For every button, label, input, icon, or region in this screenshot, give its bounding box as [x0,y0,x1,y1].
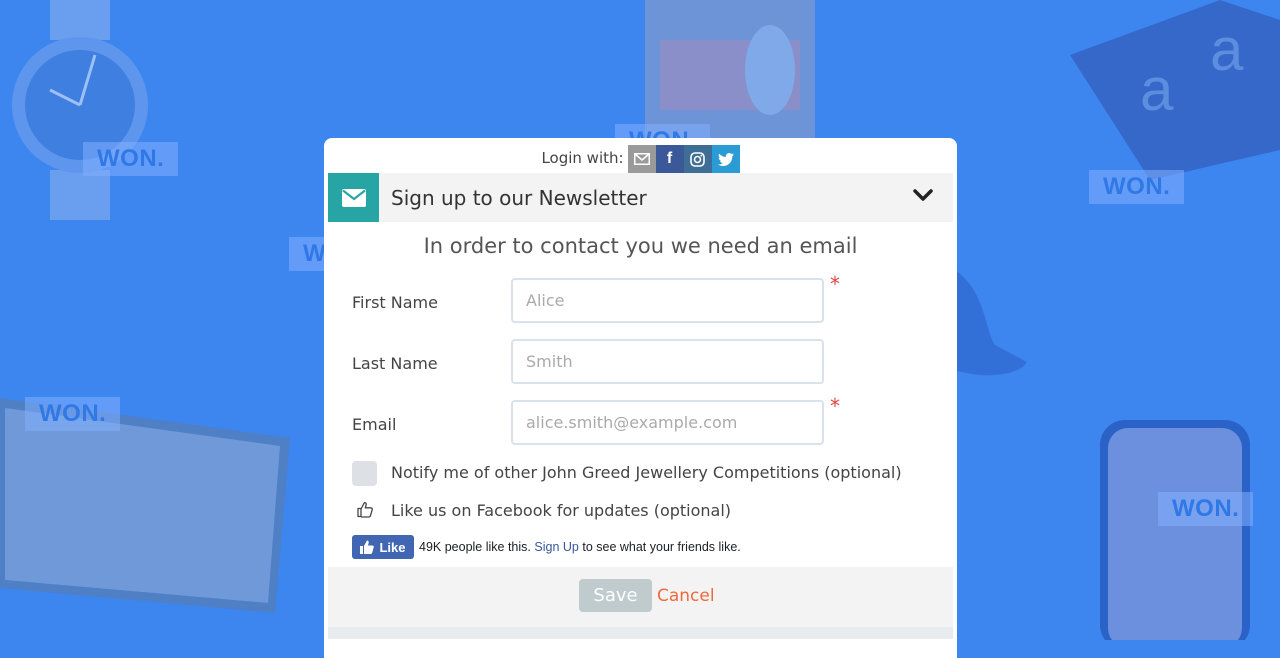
last-name-input[interactable] [511,339,824,384]
login-with-label: Login with: [541,148,624,167]
facebook-like-widget: Like 49K people like this. Sign Up to se… [324,531,957,567]
thumbs-up-icon [360,540,375,554]
newsletter-modal: Login with: f Sign up to our Newsletter … [324,138,957,658]
facebook-icon[interactable]: f [655,145,684,173]
won-badge: WON. [83,142,179,176]
newsletter-header[interactable]: Sign up to our Newsletter [328,173,953,222]
like-label: Like us on Facebook for updates (optiona… [391,501,732,520]
svg-text:a: a [1210,16,1244,83]
intro-text: In order to contact you we need an email [423,234,858,258]
facebook-like-count: 49K people like this. [419,540,531,554]
won-badge: WON. [1089,170,1185,204]
last-name-label: Last Name [352,354,438,373]
instagram-icon[interactable] [683,145,712,173]
required-marker: * [830,272,840,296]
envelope-icon [328,173,379,222]
won-badge: WON. [25,397,121,431]
envelope-icon[interactable] [627,145,656,173]
candy-bag-image [640,0,820,140]
first-name-row: First Name * [324,272,957,333]
thumbs-up-icon [357,501,373,522]
facebook-signup-link[interactable]: Sign Up [534,540,578,554]
first-name-input[interactable] [511,278,824,323]
like-row: Like us on Facebook for updates (optiona… [324,493,957,531]
facebook-like-button[interactable]: Like [352,535,414,559]
last-name-row: Last Name [324,333,957,394]
email-row: Email * [324,394,957,455]
won-badge: WON. [1158,492,1254,526]
cancel-link[interactable]: Cancel [657,586,715,606]
notify-label: Notify me of other John Greed Jewellery … [391,463,902,482]
header-title: Sign up to our Newsletter [391,185,647,210]
watch-image [5,0,155,220]
login-with-row: Login with: f [324,138,957,173]
chevron-down-icon[interactable] [913,187,933,206]
gift-cards-image: a a [1070,0,1280,180]
email-input[interactable] [511,400,824,445]
required-marker: * [830,394,840,418]
email-label: Email [352,415,397,434]
svg-text:a: a [1140,56,1174,123]
first-name-label: First Name [352,293,438,312]
facebook-like-suffix: to see what your friends like. [582,540,741,554]
facebook-like-text: 49K people like this. Sign Up to see wha… [419,540,741,554]
twitter-icon[interactable] [711,145,740,173]
save-button[interactable]: Save [579,579,652,612]
modal-footer: Save Cancel [328,567,953,627]
footer-strip [328,627,953,639]
notify-checkbox[interactable] [352,461,377,486]
facebook-like-label: Like [379,539,406,555]
dark-object-image [955,270,1030,380]
notify-row: Notify me of other John Greed Jewellery … [324,455,957,493]
